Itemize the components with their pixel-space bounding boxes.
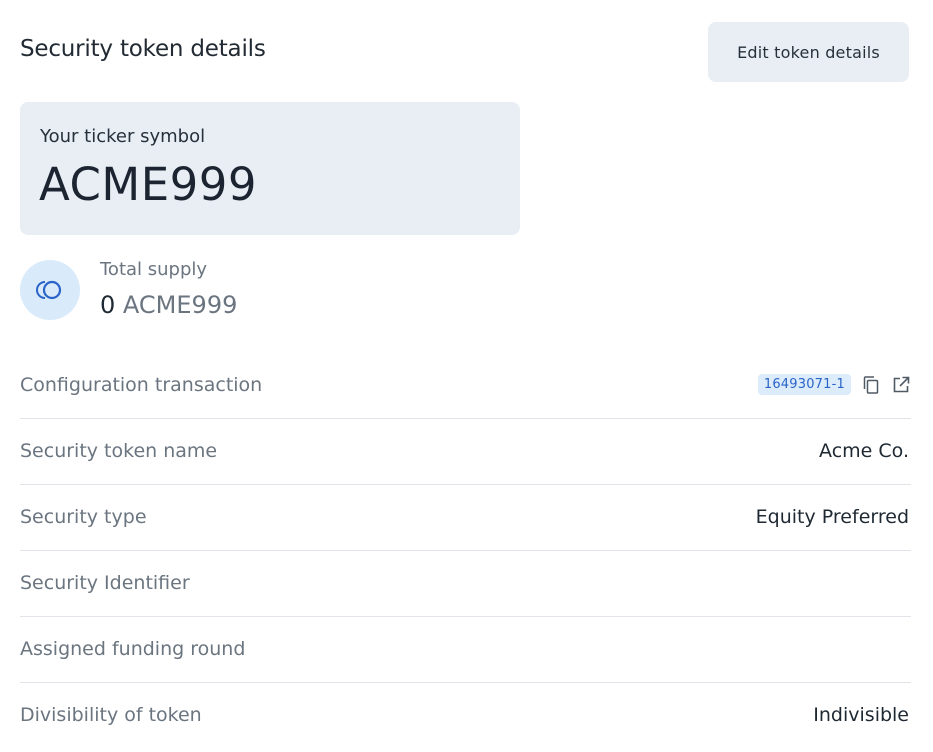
page-title: Security token details [20,36,266,62]
configuration-transaction-value: 16493071-1 [757,374,911,395]
total-supply-label: Total supply [100,259,208,280]
security-type-label: Security type [20,506,147,528]
detail-row-security-identifier: Security Identifier [20,551,911,617]
security-identifier-label: Security Identifier [20,572,190,594]
token-name-label: Security token name [20,440,218,462]
security-type-value: Equity Preferred [755,506,909,528]
details-list: Configuration transaction 16493071-1 Sec… [20,353,911,748]
edit-token-details-button[interactable]: Edit token details [708,22,909,82]
ticker-card: Your ticker symbol ACME999 [20,102,520,235]
detail-row-divisibility: Divisibility of token Indivisible [20,683,911,748]
total-supply-value: 0 ACME999 [100,291,237,319]
funding-round-label: Assigned funding round [20,638,246,660]
detail-row-configuration-transaction: Configuration transaction 16493071-1 [20,353,911,419]
total-supply-amount: 0 [100,291,116,319]
ticker-value: ACME999 [39,158,258,211]
token-name-value: Acme Co. [819,440,909,462]
total-supply-unit: ACME999 [122,291,238,319]
configuration-transaction-label: Configuration transaction [20,374,263,396]
transaction-id-badge[interactable]: 16493071-1 [757,374,851,395]
detail-row-token-name: Security token name Acme Co. [20,419,911,485]
copy-icon[interactable] [861,375,881,395]
ticker-label: Your ticker symbol [40,126,206,147]
divisibility-value: Indivisible [813,704,909,726]
external-link-icon[interactable] [891,375,911,395]
coins-icon [20,260,80,320]
detail-row-security-type: Security type Equity Preferred [20,485,911,551]
divisibility-label: Divisibility of token [20,704,202,726]
detail-row-funding-round: Assigned funding round [20,617,911,683]
